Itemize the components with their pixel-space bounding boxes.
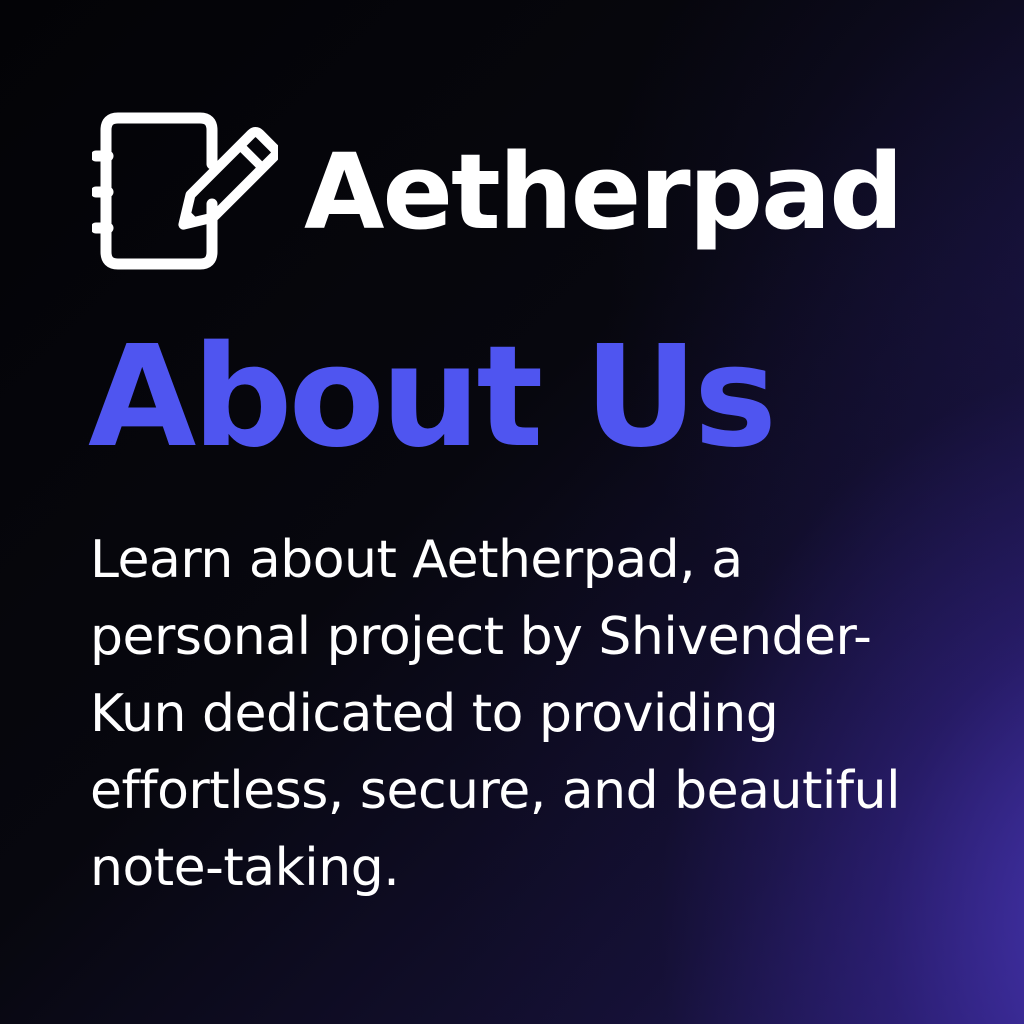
description-line: note-taking. xyxy=(90,838,400,898)
page-title: About Us xyxy=(88,316,777,479)
notebook-pencil-icon xyxy=(92,112,278,272)
brand-header: Aetherpad xyxy=(92,112,904,272)
description-line: effortless, secure, and beautiful xyxy=(90,761,901,821)
description-line: personal project by Shivender- xyxy=(90,607,872,667)
brand-name: Aetherpad xyxy=(304,131,904,253)
description-line: Learn about Aetherpad, a xyxy=(90,530,743,590)
description-line: Kun dedicated to providing xyxy=(90,684,779,744)
about-description: Learn about Aetherpad, a personal projec… xyxy=(90,522,950,907)
